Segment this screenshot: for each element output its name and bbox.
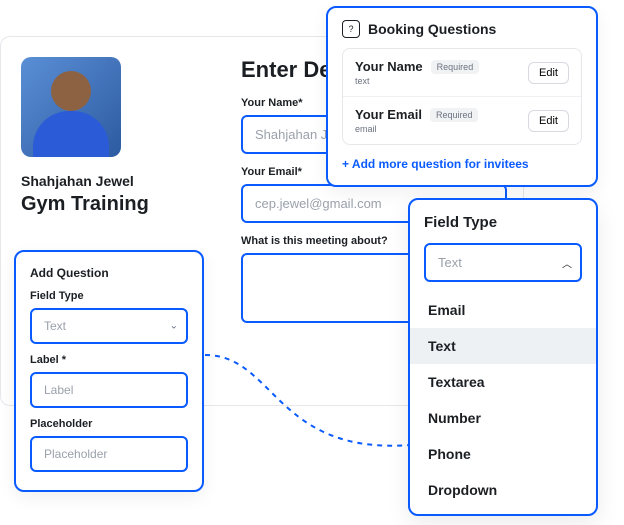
bq-item-type: email [355,124,478,134]
booking-questions-title: Booking Questions [368,21,496,37]
avatar [21,57,121,157]
booking-question-row: Your Email Required email Edit [343,97,581,144]
question-icon: ? [342,20,360,38]
booking-question-row: Your Name Required text Edit [343,49,581,97]
booking-questions-list: Your Name Required text Edit Your Email … [342,48,582,145]
chevron-down-icon: ⌄ [170,321,178,332]
field-type-option-text[interactable]: Text [410,328,596,364]
bq-item-type: text [355,76,479,86]
required-badge: Required [430,108,479,122]
bq-item-title: Your Name [355,59,423,74]
field-type-panel: Field Type Text ︿ Email Text Textarea Nu… [408,198,598,516]
field-type-option-email[interactable]: Email [410,292,596,328]
aq-placeholder-label: Placeholder [30,418,188,430]
field-type-option-phone[interactable]: Phone [410,436,596,472]
add-question-panel: Add Question Field Type Text ⌄ Label * L… [14,250,204,492]
chevron-up-icon: ︿ [562,255,572,270]
edit-button[interactable]: Edit [528,62,569,84]
required-badge: Required [431,60,480,74]
field-type-option-textarea[interactable]: Textarea [410,364,596,400]
aq-field-type-label: Field Type [30,290,188,302]
field-type-select[interactable]: Text [424,243,582,282]
field-type-title: Field Type [424,214,582,231]
field-type-options: Email Text Textarea Number Phone Dropdow… [410,292,596,508]
add-question-title: Add Question [30,266,188,280]
add-question-link[interactable]: + Add more question for invitees [342,157,582,171]
aq-label-input[interactable]: Label [30,372,188,408]
edit-button[interactable]: Edit [528,110,569,132]
field-type-option-number[interactable]: Number [410,400,596,436]
aq-field-type-select[interactable]: Text [30,308,188,344]
field-type-option-dropdown[interactable]: Dropdown [410,472,596,508]
aq-label-label: Label * [30,354,188,366]
booking-questions-panel: ? Booking Questions Your Name Required t… [326,6,598,187]
aq-placeholder-input[interactable]: Placeholder [30,436,188,472]
bq-item-title: Your Email [355,107,422,122]
